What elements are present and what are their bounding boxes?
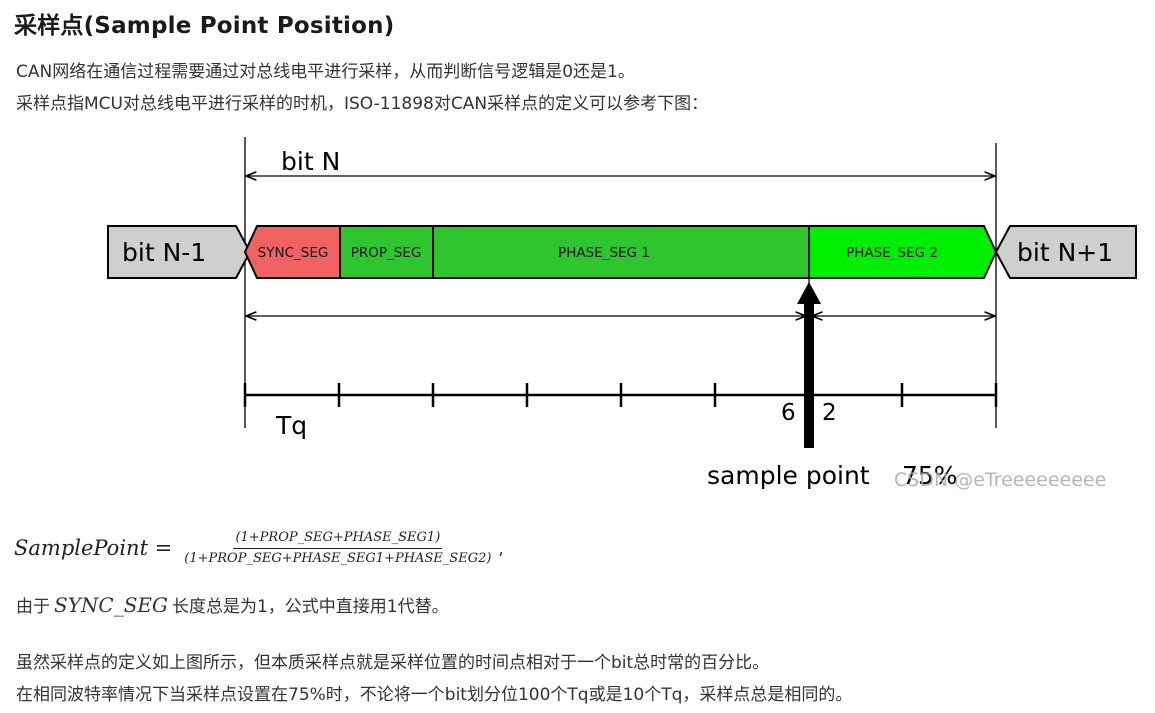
watermark: CSDN @eTreeeeeeeee bbox=[894, 469, 1106, 491]
sample-point-label: sample point bbox=[707, 461, 870, 490]
note-prefix: 由于 bbox=[16, 597, 50, 617]
next-bit-label: bit N+1 bbox=[1017, 238, 1113, 267]
closing-line-2: 在相同波特率情况下当采样点设置在75%时，不论将一个bit划分位100个Tq或是… bbox=[16, 685, 853, 705]
phase-seg1-label: PHASE_SEG 1 bbox=[558, 245, 650, 261]
sample-point-diagram: bit N bit N-1 bit N+1 SYNC_SEG PROP_SEG … bbox=[107, 137, 1137, 491]
formula-trailing: , bbox=[498, 538, 504, 558]
formula-numerator: (1+PROP_SEG+PHASE_SEG1) bbox=[233, 530, 443, 549]
tq-count-before: 6 bbox=[781, 400, 796, 426]
sync-seg-note: 由于 SYNC_SEG 长度总是为1，公式中直接用1代替。 bbox=[16, 592, 449, 617]
prev-bit-label: bit N-1 bbox=[122, 238, 206, 267]
formula-denominator: (1+PROP_SEG+PHASE_SEG1+PHASE_SEG2) bbox=[184, 550, 492, 566]
phase-seg2-label: PHASE_SEG 2 bbox=[846, 245, 938, 261]
tq-label: Tq bbox=[275, 411, 307, 440]
bit-n-label: bit N bbox=[281, 147, 340, 176]
formula-lhs: SamplePoint = bbox=[14, 536, 173, 560]
note-suffix: 长度总是为1，公式中直接用1代替。 bbox=[171, 597, 449, 617]
sample-point-arrow-head bbox=[797, 282, 821, 304]
section-heading: 采样点(Sample Point Position) bbox=[14, 13, 395, 39]
sample-point-formula: SamplePoint = (1+PROP_SEG+PHASE_SEG1) (1… bbox=[14, 526, 504, 570]
closing-line-1: 虽然采样点的定义如上图所示，但本质采样点就是采样位置的时间点相对于一个bit总时… bbox=[16, 653, 770, 673]
prop-seg-label: PROP_SEG bbox=[351, 245, 422, 261]
sync-seg-label: SYNC_SEG bbox=[258, 245, 329, 261]
tq-count-after: 2 bbox=[822, 400, 837, 426]
intro-line-2: 采样点指MCU对总线电平进行采样的时机，ISO-11898对CAN采样点的定义可… bbox=[16, 94, 709, 114]
intro-line-1: CAN网络在通信过程需要通过对总线电平进行采样，从而判断信号逻辑是0还是1。 bbox=[16, 62, 635, 82]
note-math: SYNC_SEG bbox=[54, 593, 168, 617]
formula-fraction: (1+PROP_SEG+PHASE_SEG1) (1+PROP_SEG+PHAS… bbox=[182, 530, 493, 567]
sample-point-arrow-shaft bbox=[804, 300, 814, 448]
